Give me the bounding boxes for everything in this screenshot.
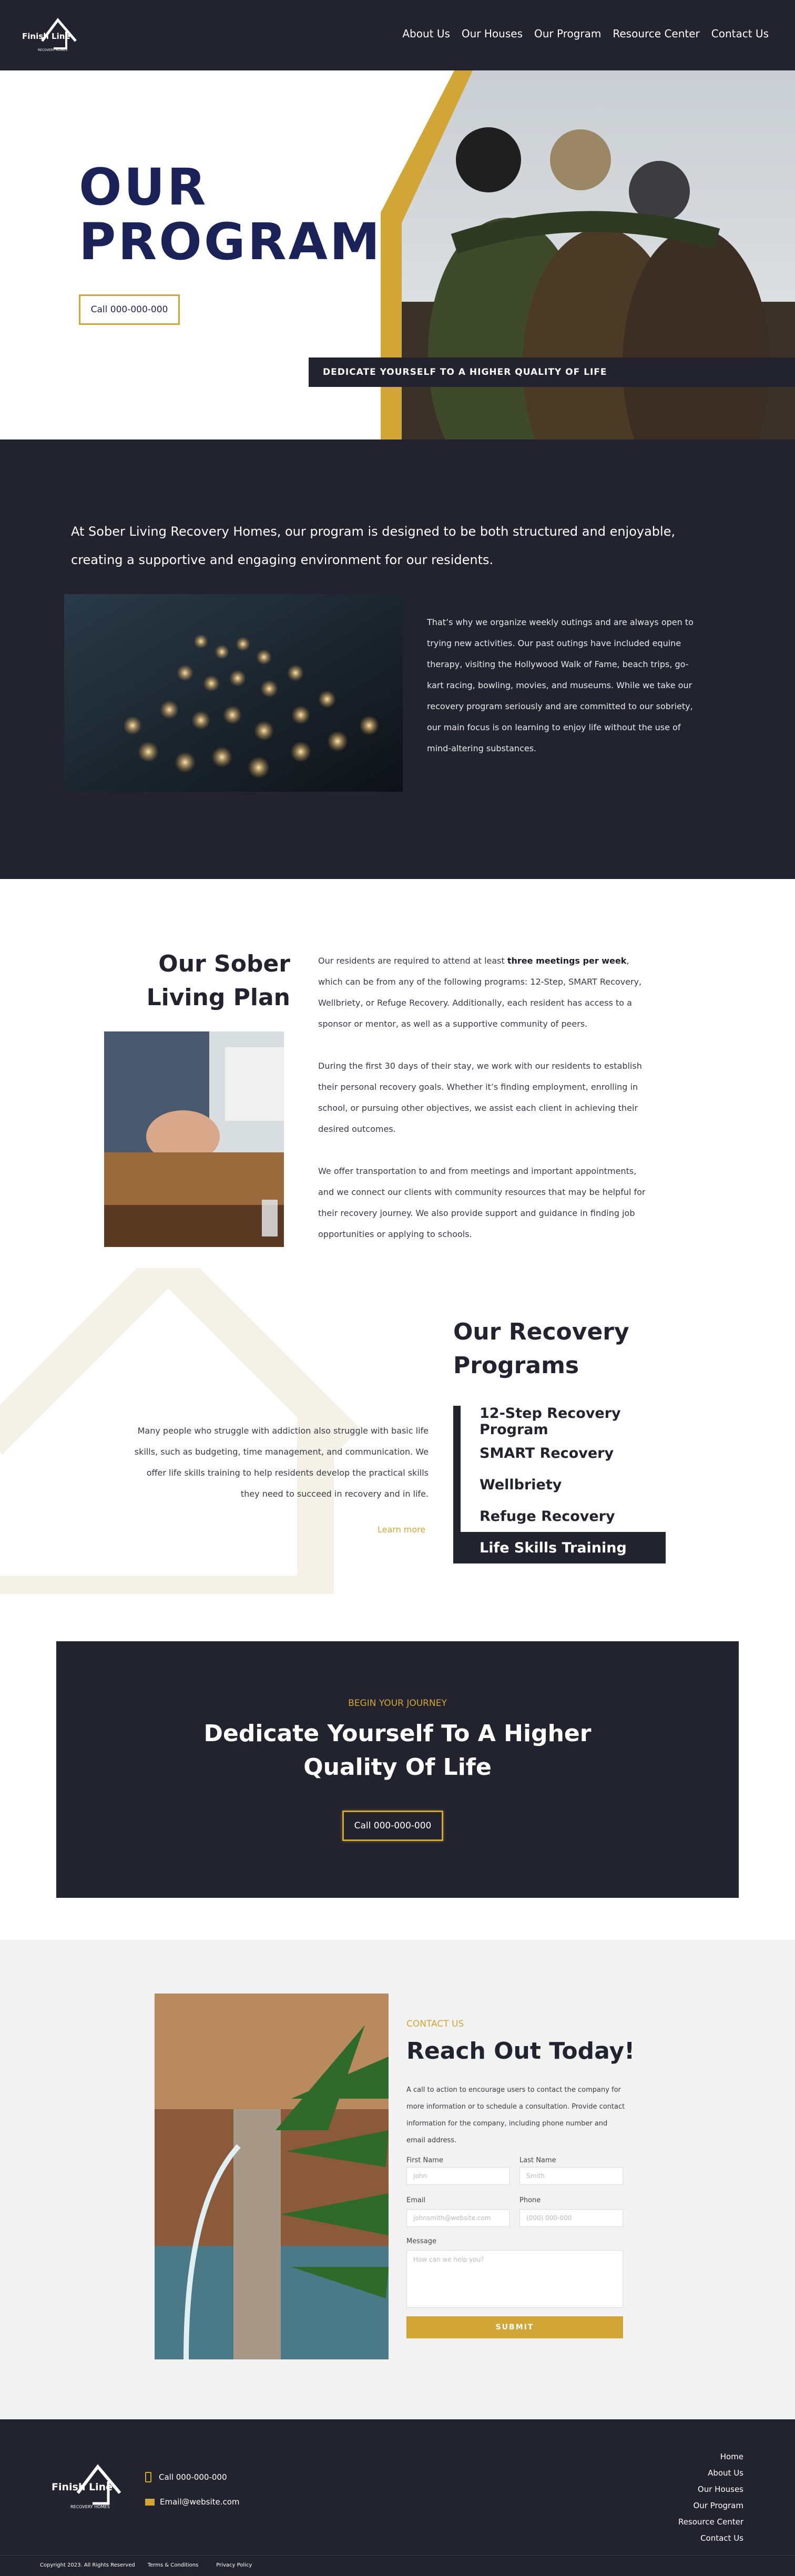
counseling-image (104, 1031, 284, 1247)
programs-list: 12-Step Recovery Program SMART Recovery … (453, 1405, 666, 1563)
first-name-field[interactable]: John (406, 2167, 509, 2185)
phone-field[interactable]: (000) 000-000 (519, 2209, 623, 2227)
email-field[interactable]: johnsmith@website.com (406, 2209, 509, 2227)
site-footer: Finish Line RECOVERY HOMES Call 000-000-… (0, 2419, 795, 2576)
hero-title-line2: PROGRAM (79, 212, 382, 271)
brand-tagline: RECOVERY HOMES (38, 48, 68, 52)
contact-text: A call to action to encourage users to c… (406, 2086, 625, 2144)
phone-label: Phone (519, 2196, 541, 2204)
programs-text: Many people who struggle with addiction … (134, 1426, 429, 1499)
footer-phone[interactable]: Call 000-000-000 (145, 2472, 227, 2482)
site-header: Finish Line RECOVERY HOMES About Us Our … (0, 0, 795, 70)
program-item-life-skills[interactable]: Life Skills Training (453, 1532, 666, 1563)
privacy-link[interactable]: Privacy Policy (216, 2562, 252, 2568)
intro-section: At Sober Living Recovery Homes, our prog… (0, 439, 795, 879)
contact-eyebrow: CONTACT US (406, 2019, 464, 2029)
email-label: Email (406, 2196, 426, 2204)
mail-icon (145, 2498, 155, 2506)
footer-email-text: Email@website.com (160, 2497, 240, 2507)
lamps-image (64, 594, 403, 792)
cta-heading-line1: Dedicate Yourself To A Higher (203, 1720, 592, 1747)
plan-paragraph-3: We offer transportation to and from meet… (318, 1166, 646, 1239)
program-item-wellbriety[interactable]: Wellbriety (453, 1469, 666, 1500)
intro-body: That’s why we organize weekly outings an… (427, 617, 694, 753)
message-field[interactable]: How can we help you? (406, 2250, 623, 2308)
plan-heading-line1: Our Sober (158, 950, 290, 977)
footer-link-about[interactable]: About Us (638, 2465, 743, 2481)
cta-eyebrow: BEGIN YOUR JOURNEY (348, 1698, 447, 1709)
programs-section: Our Recovery Programs Many people who st… (0, 1268, 795, 1641)
program-item-smart[interactable]: SMART Recovery (453, 1437, 666, 1469)
learn-more-link[interactable]: Learn more (378, 1525, 425, 1535)
terms-link[interactable]: Terms & Conditions (148, 2562, 199, 2568)
footer-link-contact[interactable]: Contact Us (638, 2530, 743, 2547)
cta-heading-line2: Quality Of Life (303, 1754, 492, 1781)
footer-nav: Home About Us Our Houses Our Program Res… (638, 2449, 743, 2547)
plan-heading: Our Sober Living Plan (147, 947, 290, 1015)
hero-title: OUR PROGRAM (79, 160, 382, 269)
footer-email[interactable]: Email@website.com (145, 2497, 240, 2507)
hero-title-line1: OUR (79, 158, 208, 217)
footer-legal: Copyright 2023. All Rights Reserved Term… (40, 2562, 252, 2568)
copyright-text: Copyright 2023. All Rights Reserved (40, 2562, 135, 2568)
footer-link-houses[interactable]: Our Houses (638, 2481, 743, 2498)
footer-link-resources[interactable]: Resource Center (638, 2514, 743, 2530)
hero-banner-text: DEDICATE YOURSELF TO A HIGHER QUALITY OF… (323, 367, 607, 377)
footer-link-program[interactable]: Our Program (638, 2498, 743, 2514)
contact-heading: Reach Out Today! (406, 2038, 635, 2064)
brand-name: Finish Line (22, 32, 70, 41)
programs-heading: Our Recovery Programs (453, 1315, 629, 1383)
intro-lead: At Sober Living Recovery Homes, our prog… (71, 524, 676, 567)
first-name-label: First Name (406, 2156, 443, 2164)
nav-about-us[interactable]: About Us (402, 27, 450, 40)
nav-our-houses[interactable]: Our Houses (462, 27, 523, 40)
last-name-field[interactable]: Smith (519, 2167, 623, 2185)
submit-button[interactable]: SUBMIT (406, 2316, 623, 2338)
hero-banner: DEDICATE YOURSELF TO A HIGHER QUALITY OF… (309, 357, 795, 387)
contact-section: CONTACT US Reach Out Today! A call to ac… (0, 1940, 795, 2419)
program-item-12-step[interactable]: 12-Step Recovery Program (453, 1405, 666, 1438)
plan-heading-line2: Living Plan (146, 984, 290, 1011)
cta-heading: Dedicate Yourself To A Higher Quality Of… (56, 1717, 739, 1784)
nav-resource-center[interactable]: Resource Center (613, 27, 699, 40)
hero-section: OUR PROGRAM Call 000-000-000 DEDICATE YO… (0, 70, 795, 439)
hero-call-button[interactable]: Call 000-000-000 (79, 294, 180, 325)
brand-logo[interactable]: Finish Line RECOVERY HOMES (21, 16, 79, 55)
programs-heading-line2: Programs (453, 1352, 579, 1379)
programs-heading-line1: Our Recovery (453, 1318, 629, 1345)
program-item-refuge[interactable]: Refuge Recovery (453, 1500, 666, 1532)
footer-brand-name: Finish Line (52, 2481, 113, 2493)
plan-paragraph-1: Our residents are required to attend at … (318, 956, 642, 1029)
last-name-label: Last Name (519, 2156, 556, 2164)
footer-link-home[interactable]: Home (638, 2449, 743, 2465)
nav-our-program[interactable]: Our Program (534, 27, 601, 40)
cta-section: BEGIN YOUR JOURNEY Dedicate Yourself To … (56, 1641, 739, 1898)
cta-call-button[interactable]: Call 000-000-000 (342, 1811, 443, 1841)
footer-logo[interactable]: Finish Line RECOVERY HOMES (50, 2461, 124, 2512)
phone-icon (145, 2472, 151, 2482)
plan-text: Our residents are required to attend at … (318, 950, 649, 1245)
plan-section: Our Sober Living Plan Our residents are … (0, 879, 795, 1268)
fountain-image (155, 1994, 389, 2359)
footer-brand-tagline: RECOVERY HOMES (70, 2505, 110, 2509)
plan-paragraph-2: During the first 30 days of their stay, … (318, 1061, 642, 1134)
message-label: Message (406, 2237, 436, 2245)
footer-phone-text: Call 000-000-000 (159, 2472, 227, 2482)
main-nav: About Us Our Houses Our Program Resource… (391, 27, 769, 40)
nav-contact-us[interactable]: Contact Us (711, 27, 769, 40)
